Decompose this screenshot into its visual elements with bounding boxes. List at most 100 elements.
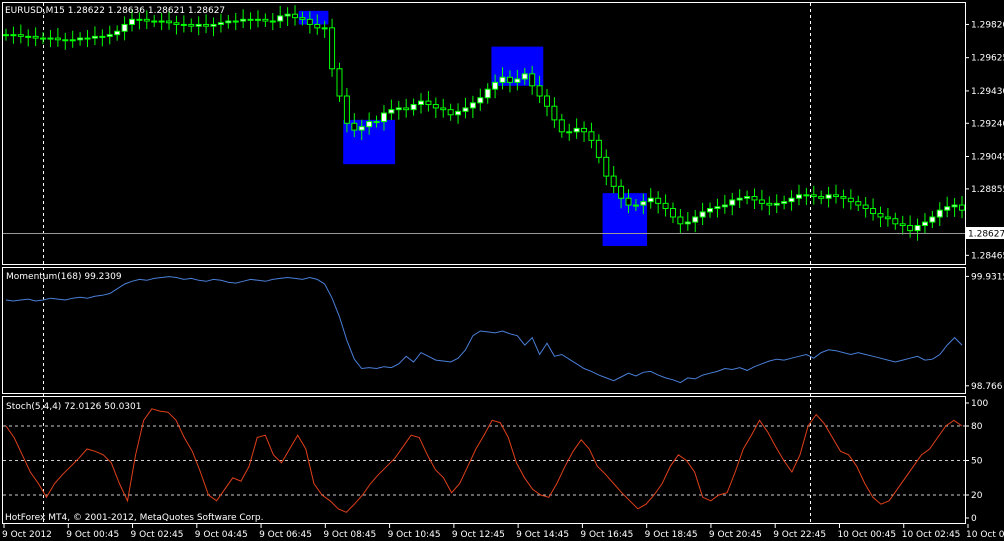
time-tick-label: 10 Oct 00:45 [837, 530, 896, 540]
current-price-tag: 1.28627 [968, 230, 1004, 240]
candle-body [477, 97, 484, 104]
candle-body [669, 207, 676, 218]
candle-body [151, 20, 158, 23]
time-tick-label: 9 Oct 22:45 [773, 530, 826, 540]
candle-body [744, 196, 751, 199]
candle-body [714, 206, 721, 209]
candle-body [114, 30, 121, 36]
time-tick-label: 9 Oct 12:45 [452, 530, 505, 540]
candle-body [380, 112, 387, 123]
candle-body [766, 202, 773, 206]
candle-body [232, 20, 239, 23]
candle-body [951, 204, 958, 208]
candle-body [306, 18, 313, 25]
time-tick-label: 9 Oct 16:45 [580, 530, 633, 540]
candle-body [373, 121, 380, 124]
price-tick-label: 1.28465 [971, 251, 1004, 261]
candle-body [447, 109, 454, 116]
candle-body [729, 199, 736, 206]
momentum-axis: 99.9315 98.766 [965, 272, 1004, 392]
time-tick-label: 9 Oct 04:45 [195, 530, 248, 540]
candle-body [366, 121, 373, 128]
time-tick-label: 10 Oct 04 [966, 530, 1004, 540]
momentum-series [5, 276, 963, 384]
candle-body [944, 206, 951, 211]
candle-body [758, 199, 765, 204]
candle-body [254, 18, 261, 21]
highlight-box [602, 193, 648, 246]
stochastic-tick-label: 20 [971, 491, 983, 501]
candle-body [514, 78, 521, 83]
candle-body [351, 122, 358, 131]
candle-body [69, 39, 76, 42]
candle-body [558, 119, 565, 133]
candle-body [959, 204, 965, 211]
candle-body [810, 194, 817, 198]
price-tick-label: 1.29430 [971, 87, 1004, 97]
candle-body [418, 100, 425, 106]
candle-body [432, 104, 439, 109]
candle-body [825, 194, 832, 199]
candle-body [284, 13, 291, 17]
candle-body [47, 37, 54, 40]
candle-body [128, 18, 135, 25]
stochastic-tick-label: 0 [971, 514, 977, 524]
candle-body [240, 18, 247, 22]
candle-body [499, 76, 506, 83]
candle-body [462, 107, 469, 112]
candle-body [262, 18, 269, 22]
stochastic-title: Stoch(5,4,4) 72.0126 50.0301 [6, 402, 141, 412]
candle-body [899, 223, 906, 227]
candle-body [877, 213, 884, 218]
candle-body [521, 73, 528, 80]
candle-body [892, 218, 899, 225]
candle-body [166, 20, 173, 24]
candlestick-series [3, 5, 965, 241]
stochastic-tick-label: 80 [971, 422, 983, 432]
mt4-chart-window[interactable]: 1.28627 EURUSD,M15 1.28622 1.28636 1.286… [0, 0, 1004, 541]
price-tick-label: 1.29820 [971, 20, 1004, 30]
time-tick-label: 9 Oct 00:45 [66, 530, 119, 540]
stochastic-tick-label: 50 [971, 457, 983, 467]
candle-body [929, 216, 936, 223]
candle-body [173, 22, 180, 25]
candle-body [217, 22, 224, 25]
momentum-panel[interactable] [2, 267, 966, 394]
main-price-panel[interactable] [2, 2, 966, 265]
time-tick-label: 9 Oct 20:45 [709, 530, 762, 540]
candle-body [803, 194, 810, 197]
candle-body [677, 216, 684, 225]
time-tick-label: 9 Oct 14:45 [516, 530, 569, 540]
candle-body [188, 23, 195, 27]
candle-body [543, 95, 550, 107]
momentum-tick-label: 98.766 [971, 382, 1003, 392]
candle-body [3, 34, 9, 37]
candle-body [99, 35, 106, 38]
candle-body [225, 20, 232, 24]
candle-body [77, 37, 84, 41]
candle-body [358, 126, 365, 131]
candle-body [936, 209, 943, 218]
candle-body [395, 107, 402, 111]
time-tick-label: 9 Oct 08:45 [323, 530, 376, 540]
candle-body [455, 110, 462, 116]
candle-body [32, 35, 39, 39]
candle-body [921, 221, 928, 227]
price-tick-label: 1.29240 [971, 119, 1004, 129]
candle-body [25, 35, 32, 38]
candle-body [136, 18, 143, 21]
candle-body [647, 197, 654, 203]
candle-body [17, 34, 24, 37]
candle-body [195, 23, 202, 27]
candle-body [736, 197, 743, 201]
candle-body [907, 225, 914, 232]
candle-body [914, 225, 921, 232]
stochastic-levels [3, 425, 965, 496]
candle-body [336, 68, 343, 97]
candle-body [818, 196, 825, 199]
candle-body [855, 201, 862, 206]
candle-body [492, 81, 499, 90]
candle-body [862, 204, 869, 209]
time-tick-label: 9 Oct 18:45 [645, 530, 698, 540]
candle-body [751, 196, 758, 201]
